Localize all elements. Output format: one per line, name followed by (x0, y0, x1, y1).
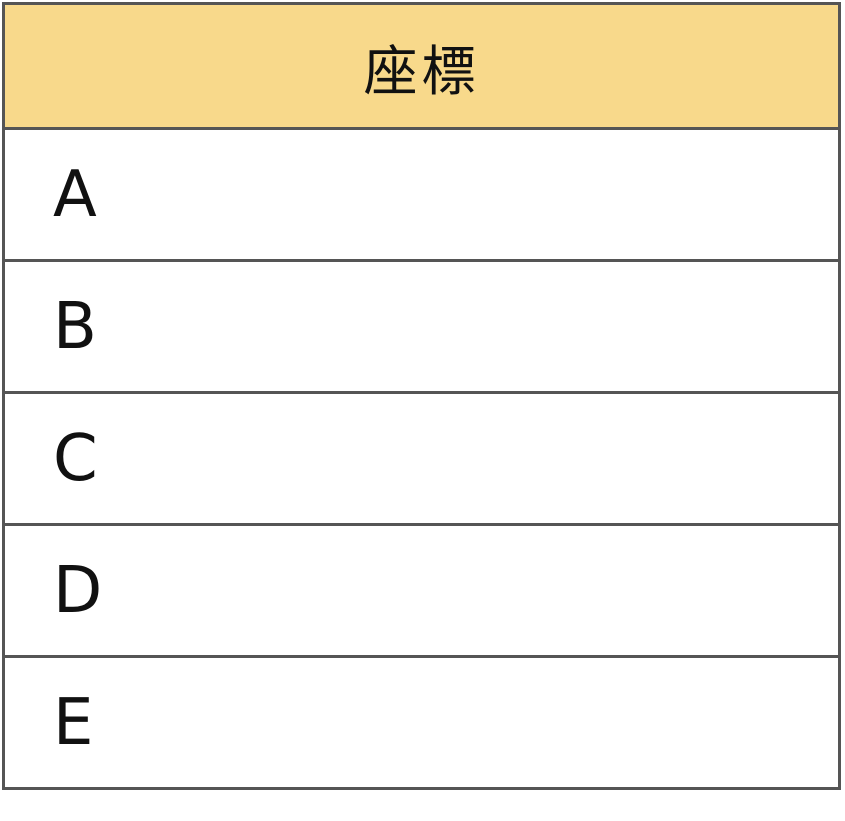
table-row: E (2, 655, 841, 790)
table-row: C (2, 391, 841, 526)
table-header-row: 座標 (2, 2, 841, 130)
table-row: B (2, 259, 841, 394)
row-label-d: D (2, 523, 841, 658)
row-label-a: A (2, 127, 841, 262)
coordinate-table: 座標 A B C D E (2, 2, 841, 790)
row-label-c: C (2, 391, 841, 526)
row-label-e: E (2, 655, 841, 790)
row-label-b: B (2, 259, 841, 394)
table-row: D (2, 523, 841, 658)
table-row: A (2, 127, 841, 262)
column-header-coordinates: 座標 (2, 2, 841, 130)
